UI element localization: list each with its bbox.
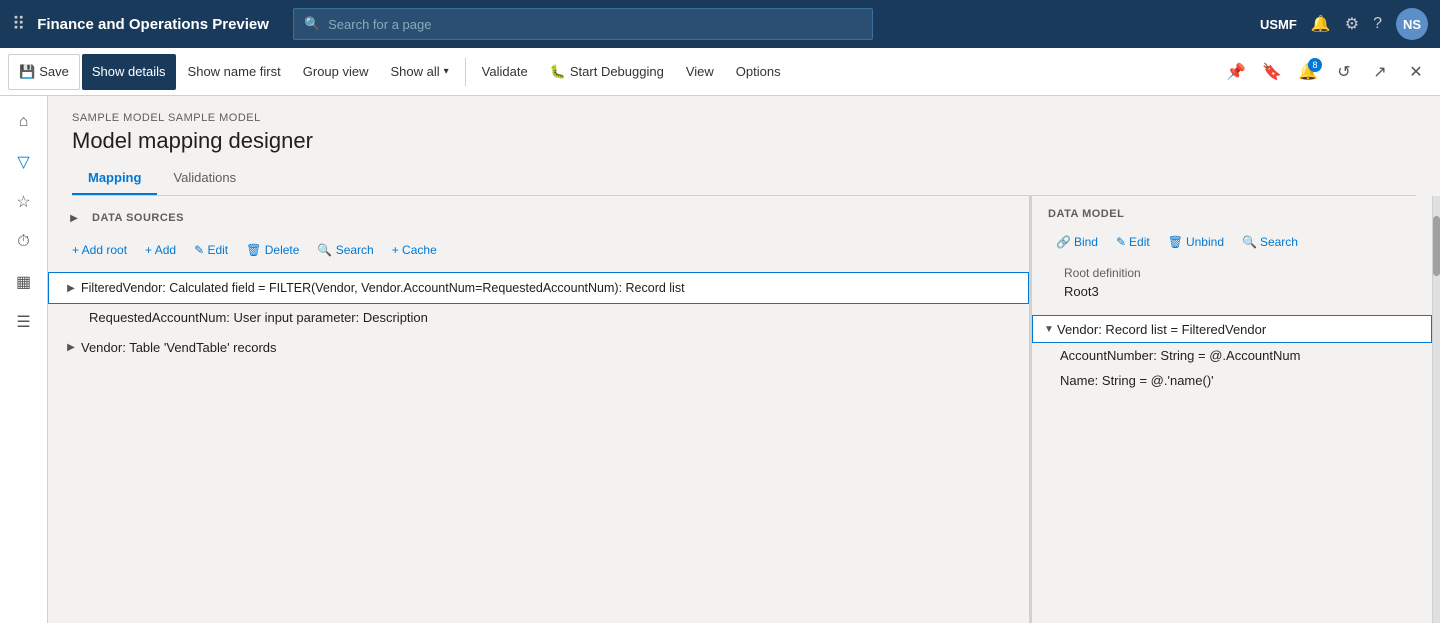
pin-icon[interactable]: 📌 [1220,56,1252,88]
sidebar-item-calendar[interactable]: ▦ [6,264,42,300]
view-button[interactable]: View [676,54,724,90]
tree-row-requested-account[interactable]: RequestedAccountNum: User input paramete… [48,304,1029,331]
show-details-button[interactable]: Show details [82,54,176,90]
sidebar-item-filter[interactable]: ▽ [6,144,42,180]
right-scrollbar[interactable] [1432,196,1440,623]
global-search-bar[interactable]: 🔍 [293,8,873,40]
toolbar-separator [465,58,466,86]
bind-button[interactable]: 🔗 Bind [1048,228,1106,256]
page-title: Model mapping designer [72,128,1416,154]
main-layout: ⌂ ▽ ☆ ⏱ ▦ ☰ SAMPLE MODEL SAMPLE MODEL Mo… [0,96,1440,623]
validate-button[interactable]: Validate [472,54,538,90]
dm-search-icon: 🔍 [1242,235,1257,249]
data-model-title: DATA MODEL [1048,208,1416,220]
data-sources-panel: ▶ DATA SOURCES + Add root + Add ✎ Edit 🗑… [48,196,1032,623]
show-all-button[interactable]: Show all ▾ [381,54,459,90]
unbind-icon: 🗑 [1168,235,1183,249]
breadcrumb: SAMPLE MODEL SAMPLE MODEL [72,112,1416,124]
left-sidebar: ⌂ ▽ ☆ ⏱ ▦ ☰ [0,96,48,623]
dm-tree-row-name[interactable]: Name: String = @.'name()' [1032,368,1432,393]
expand-vendor-icon[interactable]: ▶ [61,337,81,357]
designer-area: ▶ DATA SOURCES + Add root + Add ✎ Edit 🗑… [48,196,1440,623]
data-model-header: DATA MODEL 🔗 Bind ✎ Edit 🗑 Unbind [1032,196,1432,315]
tab-mapping[interactable]: Mapping [72,162,157,195]
dm-tree-row-vendor-record[interactable]: ▼ Vendor: Record list = FilteredVendor [1032,315,1432,343]
add-button[interactable]: + Add [137,236,184,264]
data-sources-header: ▶ DATA SOURCES [48,196,1029,236]
main-content: SAMPLE MODEL SAMPLE MODEL Model mapping … [48,96,1440,623]
top-nav-right: USMF 🔔 ⚙ ? NS [1260,8,1428,40]
open-in-new-icon[interactable]: ↗ [1364,56,1396,88]
requested-account-label: RequestedAccountNum: User input paramete… [89,310,428,325]
cache-button[interactable]: + Cache [384,236,445,264]
save-icon: 💾 [19,64,35,80]
unbind-button[interactable]: 🗑 Unbind [1160,228,1232,256]
tree-row-filtered-vendor[interactable]: ▶ FilteredVendor: Calculated field = FIL… [48,272,1029,304]
sidebar-item-home[interactable]: ⌂ [6,104,42,140]
account-number-label: AccountNumber: String = @.AccountNum [1060,348,1300,363]
data-model-toolbar: 🔗 Bind ✎ Edit 🗑 Unbind 🔍 [1048,228,1416,256]
search-button[interactable]: 🔍 Search [309,236,381,264]
scrollbar-thumb[interactable] [1433,216,1440,276]
vendor-record-label: Vendor: Record list = FilteredVendor [1057,322,1266,337]
avatar[interactable]: NS [1396,8,1428,40]
dm-tree-row-account-number[interactable]: AccountNumber: String = @.AccountNum [1032,343,1432,368]
edit-button[interactable]: ✎ Edit [186,236,236,264]
app-title: Finance and Operations Preview [37,16,269,33]
sidebar-item-list[interactable]: ☰ [6,304,42,340]
sidebar-item-recent[interactable]: ⏱ [6,224,42,260]
show-name-first-button[interactable]: Show name first [178,54,291,90]
ds-collapse-button[interactable]: ▶ [64,208,84,228]
search-icon: 🔍 [304,16,320,32]
app-grid-icon[interactable]: ⠿ [12,14,25,35]
save-button[interactable]: 💾 Save [8,54,80,90]
data-model-panel: DATA MODEL 🔗 Bind ✎ Edit 🗑 Unbind [1032,196,1432,623]
add-root-button[interactable]: + Add root [64,236,135,264]
help-icon[interactable]: ? [1373,15,1382,33]
debug-icon: 🐛 [550,64,566,80]
root-definition-label: Root definition [1064,266,1400,280]
filtered-vendor-label: FilteredVendor: Calculated field = FILTE… [81,281,685,295]
options-button[interactable]: Options [726,54,791,90]
data-sources-title: DATA SOURCES [92,212,184,224]
tree-row-vendor[interactable]: ▶ Vendor: Table 'VendTable' records [48,331,1029,363]
tab-validations[interactable]: Validations [157,162,252,195]
show-all-dropdown-icon: ▾ [444,66,449,77]
start-debugging-button[interactable]: 🐛 Start Debugging [540,54,674,90]
collapse-vendor-record-icon[interactable]: ▼ [1041,321,1057,337]
dm-edit-icon: ✎ [1116,235,1126,249]
dm-edit-button[interactable]: ✎ Edit [1108,228,1158,256]
top-navigation: ⠿ Finance and Operations Preview 🔍 USMF … [0,0,1440,48]
close-icon[interactable]: ✕ [1400,56,1432,88]
notification-icon[interactable]: 🔔 [1311,14,1331,34]
notification-count-badge: 8 [1308,58,1322,72]
settings-icon[interactable]: ⚙ [1345,14,1359,34]
notification-badge-button[interactable]: 🔔 8 [1292,56,1324,88]
page-tabs: Mapping Validations [72,162,1416,196]
expand-filtered-vendor-icon[interactable]: ▶ [61,278,81,298]
sidebar-item-favorites[interactable]: ☆ [6,184,42,220]
data-model-tree: ▼ Vendor: Record list = FilteredVendor A… [1032,315,1432,623]
root-definition-value: Root3 [1064,284,1400,299]
page-header: SAMPLE MODEL SAMPLE MODEL Model mapping … [48,96,1440,196]
bookmark-icon[interactable]: 🔖 [1256,56,1288,88]
company-selector[interactable]: USMF [1260,17,1297,32]
delete-button[interactable]: 🗑 Delete [238,236,307,264]
vendor-label: Vendor: Table 'VendTable' records [81,340,277,355]
refresh-icon[interactable]: ↺ [1328,56,1360,88]
root-definition-section: Root definition Root3 [1048,266,1416,307]
search-input[interactable] [328,17,862,32]
data-sources-tree: ▶ FilteredVendor: Calculated field = FIL… [48,272,1029,623]
data-sources-toolbar: + Add root + Add ✎ Edit 🗑 Delete 🔍 Searc… [48,236,1029,272]
dm-search-button[interactable]: 🔍 Search [1234,228,1306,256]
group-view-button[interactable]: Group view [293,54,379,90]
toolbar-right-actions: 📌 🔖 🔔 8 ↺ ↗ ✕ [1220,56,1432,88]
name-label: Name: String = @.'name()' [1060,373,1214,388]
page-toolbar: 💾 Save Show details Show name first Grou… [0,48,1440,96]
bind-icon: 🔗 [1056,235,1071,249]
